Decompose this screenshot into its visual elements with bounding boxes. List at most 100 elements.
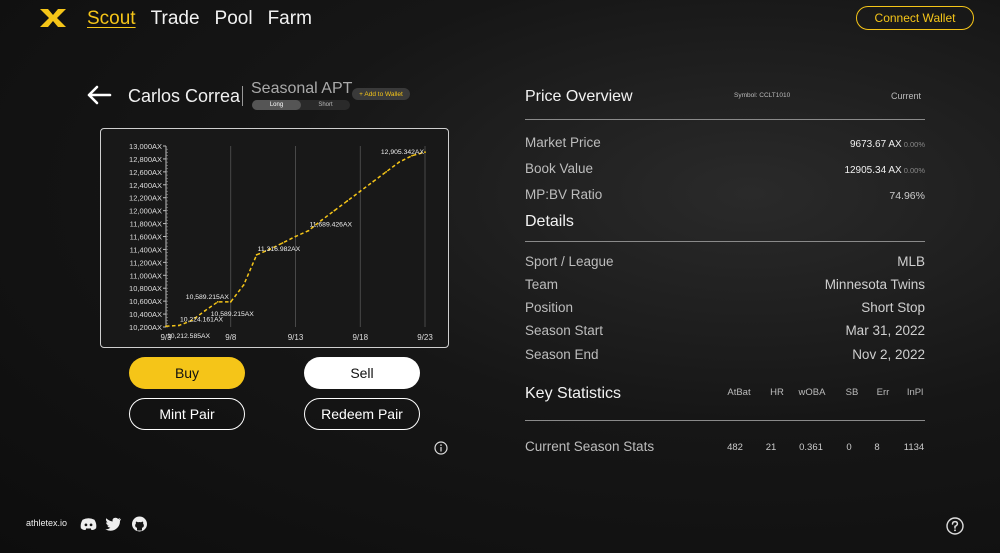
market-price-row: Market Price 9673.67 AX 0.00% (525, 135, 925, 150)
book-value-label: Book Value (525, 161, 594, 176)
chart-point (424, 151, 426, 154)
connect-wallet-button[interactable]: Connect Wallet (856, 6, 974, 30)
chart-y-tick-label: 11,200AX (130, 258, 162, 267)
chart-y-tick-label: 11,400AX (130, 245, 162, 254)
position-value: Short Stop (861, 300, 925, 315)
chart-data-label: 12,905.342AX (381, 149, 425, 156)
detail-row: Team Minnesota Twins (525, 277, 925, 292)
sport-league-value: MLB (897, 254, 925, 269)
season-end-label: Season End (525, 347, 599, 362)
mp-bv-ratio-label: MP:BV Ratio (525, 187, 603, 202)
current-season-stats-row: Current Season Stats (525, 439, 685, 454)
chart-point (333, 209, 336, 212)
chart-x-tick-label: 9/13 (288, 333, 304, 342)
sell-button[interactable]: Sell (304, 357, 420, 389)
book-value-value: 12905.34 AX 0.00% (844, 165, 925, 176)
toggle-long[interactable]: Long (252, 100, 301, 110)
player-name: Carlos Correa (128, 86, 241, 106)
chart-point (216, 300, 219, 303)
detail-row: Season End Nov 2, 2022 (525, 347, 925, 362)
details-title: Details (525, 213, 574, 230)
chart-point (229, 300, 232, 303)
chart-y-tick-label: 10,800AX (129, 284, 162, 293)
chart-point (242, 284, 245, 286)
book-value-row: Book Value 12905.34 AX 0.00% (525, 161, 925, 176)
chart-y-tick-label: 11,800AX (130, 220, 162, 229)
arrow-left-icon[interactable] (86, 84, 112, 106)
chart-point (178, 324, 180, 327)
chart-point (346, 200, 349, 202)
chart-y-tick-label: 11,600AX (130, 233, 162, 242)
stat-header: AtBat (727, 387, 751, 398)
chart-point (281, 242, 284, 244)
discord-icon[interactable] (80, 516, 97, 532)
current-season-stats-label: Current Season Stats (525, 439, 655, 454)
chart-x-tick-label: 9/23 (417, 333, 433, 342)
stat-value: 21 (765, 442, 777, 453)
chart-point (255, 253, 258, 256)
site-link[interactable]: athletex.io (26, 518, 67, 528)
chart-y-tick-label: 13,000AX (129, 142, 162, 151)
buy-button[interactable]: Buy (129, 357, 245, 389)
price-chart-svg: 9/3 9/8 9/13 9/18 9/2310,200AX10,400AX10,600… (129, 142, 433, 342)
chart-y-tick-label: 10,200AX (129, 323, 162, 332)
market-price-change: 0.00% (903, 140, 925, 149)
detail-row: Season Start Mar 31, 2022 (525, 323, 925, 338)
chart-data-label: 10,212.585AX (167, 333, 211, 340)
toggle-short[interactable]: Short (301, 100, 350, 110)
chart-x-tick-label: 9/18 (352, 333, 368, 342)
chart-data-label: 11,689.426AX (309, 222, 352, 229)
add-to-wallet-button[interactable]: + Add to Wallet (352, 88, 410, 100)
title-divider (242, 86, 243, 106)
season-end-value: Nov 2, 2022 (852, 347, 925, 362)
detail-row: Position Short Stop (525, 300, 925, 315)
stat-header: InPl (906, 387, 924, 398)
stat-value: 1134 (903, 442, 925, 453)
market-price-value: 9673.67 AX 0.00% (850, 139, 925, 150)
chart-y-tick-label: 12,000AX (129, 207, 162, 216)
sport-league-label: Sport / League (525, 254, 614, 269)
season-start-label: Season Start (525, 323, 604, 338)
position-label: Position (525, 300, 574, 315)
current-label: Current (891, 91, 922, 101)
chart-point (294, 235, 297, 238)
mp-bv-ratio-value: 74.96% (889, 190, 925, 202)
mp-bv-ratio-row: MP:BV Ratio 74.96% (525, 187, 925, 202)
detail-row: Sport / League MLB (525, 254, 925, 269)
mint-pair-button[interactable]: Mint Pair (129, 398, 245, 430)
contract-type: Seasonal APT (251, 80, 353, 97)
season-start-value: Mar 31, 2022 (845, 323, 925, 338)
info-icon[interactable] (434, 441, 448, 455)
chart-point (359, 190, 362, 193)
nav-pool[interactable]: Pool (215, 8, 253, 30)
stat-value: 0.361 (799, 442, 823, 453)
help-icon[interactable] (946, 517, 964, 535)
chart-y-tick-label: 11,000AX (130, 271, 162, 280)
chart-x-tick-label: 9/8 (225, 333, 237, 342)
twitter-icon[interactable] (105, 516, 122, 532)
key-statistics-divider (525, 420, 925, 421)
market-price-label: Market Price (525, 135, 601, 150)
chart-point (203, 309, 206, 312)
symbol-label: Symbol: CCLT1010 (734, 92, 791, 99)
chart-data-label: 10,589.215AX (186, 294, 230, 301)
github-icon[interactable] (131, 516, 148, 532)
book-value-change: 0.00% (903, 166, 925, 175)
chart-y-tick-label: 12,200AX (129, 194, 162, 203)
nav-trade[interactable]: Trade (151, 8, 200, 30)
chart-y-tick-label: 10,600AX (129, 297, 162, 306)
price-overview-title: Price Overview (525, 88, 633, 105)
nav-scout[interactable]: Scout (87, 8, 136, 30)
chart-point (307, 229, 310, 232)
redeem-pair-button[interactable]: Redeem Pair (304, 398, 420, 430)
chart-point (165, 325, 167, 328)
chart-y-tick-label: 12,800AX (129, 155, 162, 164)
chart-point (385, 170, 388, 173)
price-overview-divider (525, 119, 925, 120)
chart-data-label: 11,316.982AX (258, 246, 301, 253)
athletex-logo-icon[interactable] (38, 7, 68, 29)
stat-value: 0 (846, 442, 852, 453)
main-nav: Scout Trade Pool Farm (87, 6, 327, 32)
stat-value: 482 (727, 442, 743, 453)
nav-farm[interactable]: Farm (268, 8, 312, 30)
